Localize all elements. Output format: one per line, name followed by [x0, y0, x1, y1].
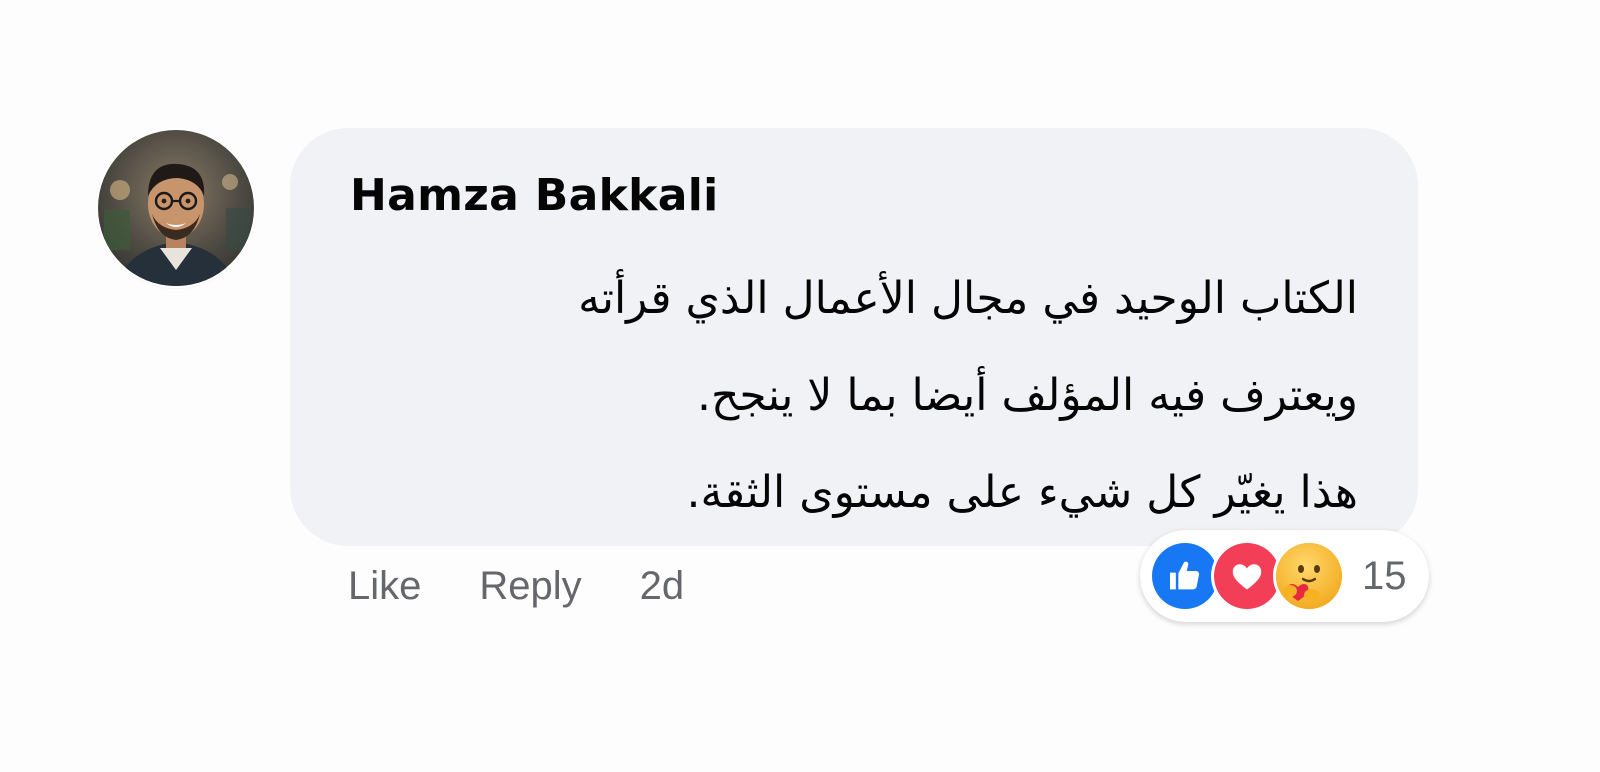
avatar[interactable] [98, 130, 254, 286]
like-icon [1152, 543, 1218, 609]
reactions-summary[interactable]: 15 [1140, 530, 1429, 622]
comment-text-line: الكتاب الوحيد في مجال الأعمال الذي قرأته [578, 273, 1358, 324]
comment-text-line: ويعترف فيه المؤلف أيضا بما لا ينجح. [697, 370, 1358, 421]
like-button[interactable]: Like [348, 564, 421, 609]
comment-author-name[interactable]: Hamza Bakkali [350, 170, 719, 221]
comment-bubble: Hamza Bakkali الكتاب الوحيد في مجال الأع… [290, 128, 1418, 546]
comment-actions: Like Reply 2d [348, 560, 742, 612]
timestamp[interactable]: 2d [640, 564, 685, 609]
care-icon [1276, 543, 1342, 609]
comment-text-line: هذا يغيّر كل شيء على مستوى الثقة. [686, 467, 1358, 518]
reaction-count: 15 [1362, 553, 1407, 598]
comment-text: الكتاب الوحيد في مجال الأعمال الذي قرأته… [348, 250, 1358, 541]
love-icon [1214, 543, 1280, 609]
reply-button[interactable]: Reply [479, 564, 581, 609]
